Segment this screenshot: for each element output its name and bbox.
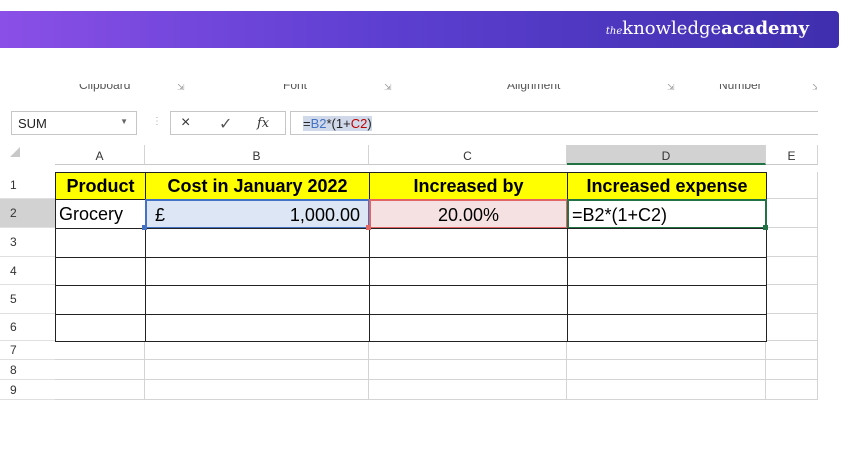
row-header-7[interactable]: 7 xyxy=(0,341,55,360)
grid-cell[interactable] xyxy=(766,172,818,199)
row-header-3[interactable]: 3 xyxy=(0,228,55,257)
grid-cell[interactable] xyxy=(766,257,818,285)
grip-icon: ⋮ xyxy=(152,116,162,127)
cell-c4[interactable] xyxy=(369,257,568,286)
grid-cell[interactable] xyxy=(567,360,766,380)
grid-cell[interactable] xyxy=(369,360,567,380)
brand-part1: knowledge xyxy=(622,18,722,39)
grid-cell[interactable] xyxy=(145,341,369,360)
c2-handle[interactable] xyxy=(366,225,371,230)
grid-cell[interactable] xyxy=(567,380,766,400)
cell-a3[interactable] xyxy=(55,228,146,258)
formula-ref-c2: C2 xyxy=(350,116,368,131)
grid-cell[interactable] xyxy=(55,341,145,360)
brand-prefix: the xyxy=(605,26,623,37)
formula-highlight: =B2*(1+C2) xyxy=(303,116,372,131)
column-header-d[interactable]: D xyxy=(567,145,766,165)
row-header-8[interactable]: 8 xyxy=(0,360,55,380)
spreadsheet-grid: A B C D E 1 2 3 4 5 6 7 8 9 Product Cost… xyxy=(0,145,818,410)
cell-b2[interactable]: £ 1,000.00 xyxy=(145,199,370,229)
column-header-b[interactable]: B xyxy=(145,145,369,165)
formula-mid: *(1+ xyxy=(326,116,351,131)
formula-end: ) xyxy=(367,116,372,131)
grid-cell[interactable] xyxy=(369,380,567,400)
cell-b4[interactable] xyxy=(145,257,370,286)
row-header-5[interactable]: 5 xyxy=(0,285,55,314)
cell-c2[interactable]: 20.00% xyxy=(369,199,568,229)
ribbon-group-labels: Clipboard ⇲ Font ⇲ Alignment ⇲ Number ⇲ xyxy=(57,84,817,96)
cell-d3[interactable] xyxy=(567,228,767,258)
cell-a5[interactable] xyxy=(55,285,146,315)
brand-banner: theknowledgeacademy xyxy=(0,11,839,48)
cell-d2[interactable]: =B2*(1+C2) xyxy=(567,199,767,229)
ribbon-label-clipboard: Clipboard xyxy=(79,84,131,92)
grid-cell[interactable] xyxy=(766,360,818,380)
grid-cell[interactable] xyxy=(55,360,145,380)
formula-ref-b2: B2 xyxy=(310,116,327,131)
ribbon-label-alignment: Alignment xyxy=(507,84,561,92)
cell-b3[interactable] xyxy=(145,228,370,258)
grid-cell[interactable] xyxy=(766,285,818,314)
number-launcher-icon[interactable]: ⇲ xyxy=(812,84,817,93)
currency-symbol: £ xyxy=(155,205,166,225)
cell-a6[interactable] xyxy=(55,314,146,342)
clipboard-launcher-icon[interactable]: ⇲ xyxy=(177,84,185,93)
formula-input[interactable]: =B2*(1+C2) xyxy=(290,111,818,135)
chevron-down-icon[interactable]: ▼ xyxy=(120,117,128,126)
formula-buttons: × ✓ fx xyxy=(170,111,286,135)
ribbon-label-number: Number xyxy=(719,84,762,92)
fill-handle[interactable] xyxy=(763,225,768,230)
cell-b5[interactable] xyxy=(145,285,370,315)
formula-bar: SUM ▼ ⋮ × ✓ fx =B2*(1+C2) xyxy=(0,110,818,138)
name-box-value: SUM xyxy=(18,116,47,131)
cell-a1[interactable]: Product xyxy=(55,172,146,200)
cell-c6[interactable] xyxy=(369,314,568,342)
column-header-e[interactable]: E xyxy=(766,145,818,165)
grid-cell[interactable] xyxy=(766,314,818,341)
ribbon-label-font: Font xyxy=(283,84,308,92)
cell-b1[interactable]: Cost in January 2022 xyxy=(145,172,370,200)
formula-eq: = xyxy=(303,116,311,131)
cost-value: 1,000.00 xyxy=(289,205,360,225)
cell-d4[interactable] xyxy=(567,257,767,286)
font-launcher-icon[interactable]: ⇲ xyxy=(384,84,392,93)
grid-cell[interactable] xyxy=(369,341,567,360)
row-header-2[interactable]: 2 xyxy=(0,199,55,228)
cell-a2[interactable]: Grocery xyxy=(55,199,146,229)
row-header-9[interactable]: 9 xyxy=(0,380,55,400)
cell-b6[interactable] xyxy=(145,314,370,342)
grid-cell[interactable] xyxy=(567,341,766,360)
brand-part2: academy xyxy=(721,18,809,39)
grid-cell[interactable] xyxy=(145,380,369,400)
column-header-c[interactable]: C xyxy=(369,145,567,165)
cell-d6[interactable] xyxy=(567,314,767,342)
grid-cell[interactable] xyxy=(766,380,818,400)
column-header-a[interactable]: A xyxy=(55,145,145,165)
grid-cell[interactable] xyxy=(766,228,818,257)
cell-a4[interactable] xyxy=(55,257,146,286)
row-header-1[interactable]: 1 xyxy=(0,172,55,199)
row-header-4[interactable]: 4 xyxy=(0,257,55,285)
name-box[interactable]: SUM ▼ xyxy=(11,111,137,135)
cell-d1[interactable]: Increased expense xyxy=(567,172,767,200)
enter-icon[interactable]: ✓ xyxy=(219,114,232,134)
cancel-icon[interactable]: × xyxy=(181,114,190,132)
cell-c3[interactable] xyxy=(369,228,568,258)
grid-cell[interactable] xyxy=(766,199,818,228)
row-header-6[interactable]: 6 xyxy=(0,314,55,341)
alignment-launcher-icon[interactable]: ⇲ xyxy=(667,84,675,93)
brand-logo: theknowledgeacademy xyxy=(606,18,809,39)
cell-c5[interactable] xyxy=(369,285,568,315)
grid-cell[interactable] xyxy=(55,380,145,400)
b2-handle[interactable] xyxy=(142,225,147,230)
grid-cell[interactable] xyxy=(145,360,369,380)
insert-function-icon[interactable]: fx xyxy=(257,116,269,131)
select-all-icon[interactable] xyxy=(10,147,20,157)
cell-c1[interactable]: Increased by xyxy=(369,172,568,200)
cell-d5[interactable] xyxy=(567,285,767,315)
grid-cell[interactable] xyxy=(766,341,818,360)
